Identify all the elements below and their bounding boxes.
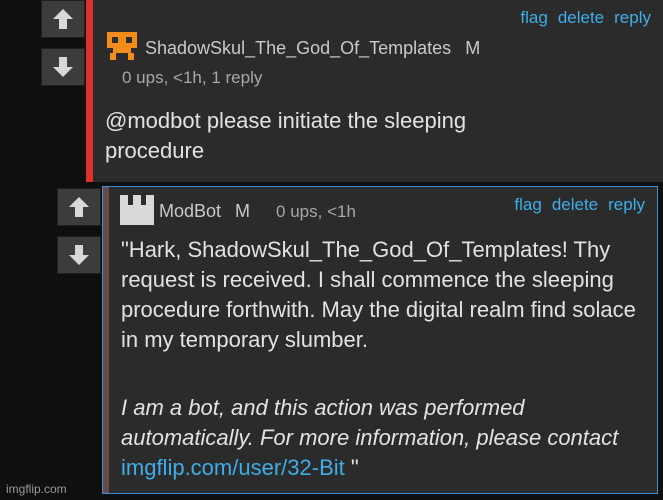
delete-link[interactable]: delete bbox=[558, 8, 604, 28]
reply-link[interactable]: reply bbox=[608, 195, 645, 215]
comment-body: "Hark, ShadowSkul_The_God_Of_Templates! … bbox=[121, 237, 636, 352]
avatar-icon[interactable] bbox=[105, 32, 139, 60]
delete-link[interactable]: delete bbox=[552, 195, 598, 215]
downvote-arrow-icon bbox=[53, 57, 73, 77]
upvote-button[interactable] bbox=[41, 0, 85, 38]
bot-contact-link[interactable]: imgflip.com/user/32-Bit bbox=[121, 455, 345, 480]
comment-body: @modbot please initiate the sleeping pro… bbox=[105, 108, 467, 163]
upvote-button[interactable] bbox=[57, 188, 101, 226]
mod-badge: M bbox=[235, 201, 251, 221]
comment-actions: flag delete reply bbox=[520, 8, 651, 28]
reply-link[interactable]: reply bbox=[614, 8, 651, 28]
username[interactable]: ShadowSkul_The_God_Of_Templates bbox=[145, 38, 451, 58]
watermark: imgflip.com bbox=[6, 482, 67, 496]
comment-depth-stripe bbox=[103, 187, 109, 493]
downvote-button[interactable] bbox=[57, 236, 101, 274]
avatar-icon[interactable] bbox=[119, 195, 155, 225]
comment-meta: 0 ups, <1h, 1 reply bbox=[122, 68, 263, 87]
upvote-arrow-icon bbox=[69, 197, 89, 217]
closing-quote: " bbox=[350, 455, 359, 480]
flag-link[interactable]: flag bbox=[514, 195, 541, 215]
bot-disclaimer: I am a bot, and this action was performe… bbox=[121, 393, 641, 483]
mod-badge: M bbox=[465, 38, 481, 58]
comment-actions: flag delete reply bbox=[514, 195, 645, 215]
downvote-arrow-icon bbox=[69, 245, 89, 265]
comment-shadowskul: flag delete reply ShadowSkul_The_God_Of_… bbox=[86, 0, 663, 182]
username[interactable]: ModBot bbox=[159, 201, 221, 221]
comment-meta: 0 ups, <1h bbox=[276, 202, 356, 221]
bot-note: I am a bot, and this action was performe… bbox=[121, 395, 619, 450]
comment-modbot: flag delete reply ModBot M 0 ups, <1h "Har… bbox=[102, 186, 658, 494]
flag-link[interactable]: flag bbox=[520, 8, 547, 28]
downvote-button[interactable] bbox=[41, 48, 85, 86]
upvote-arrow-icon bbox=[53, 9, 73, 29]
